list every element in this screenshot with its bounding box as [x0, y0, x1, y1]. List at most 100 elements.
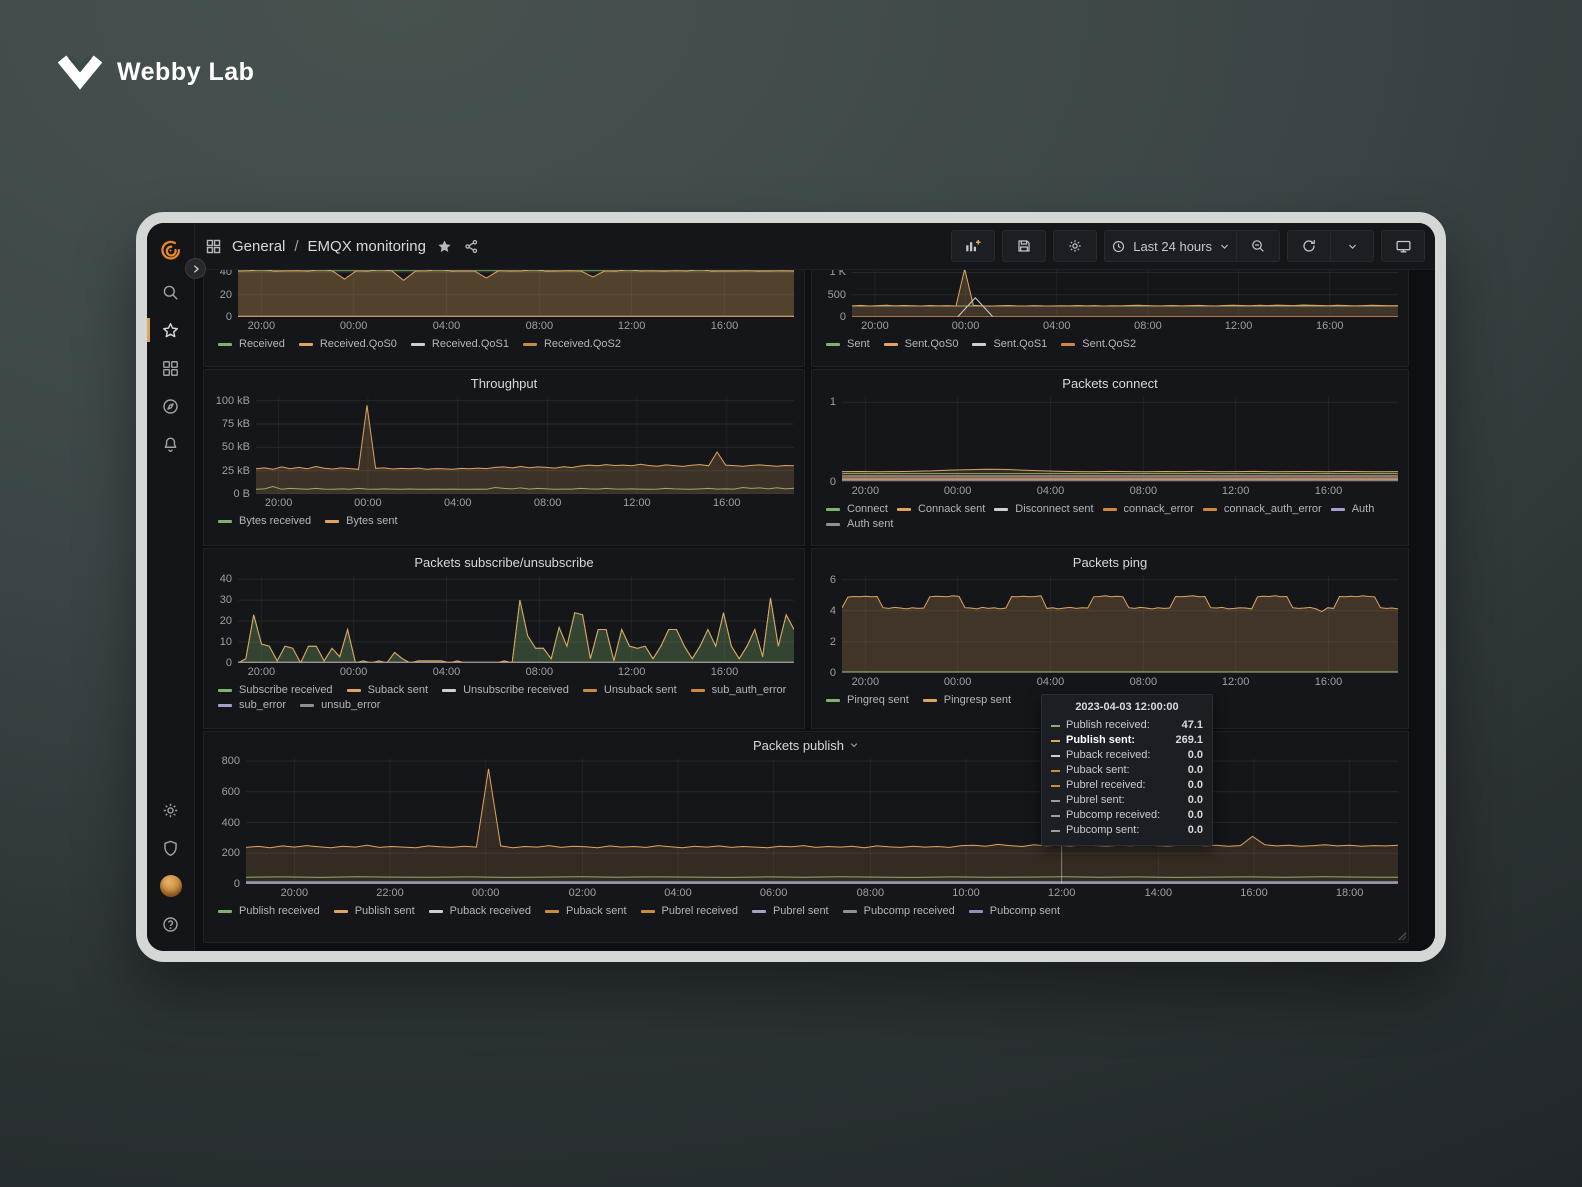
webbylab-brand: Webby Lab: [57, 52, 254, 92]
help-icon[interactable]: [147, 905, 194, 943]
legend-swatch: [347, 689, 361, 692]
legend-item[interactable]: Pubrel received: [641, 905, 738, 917]
y-tick-label: 10: [220, 636, 232, 648]
tooltip-series-swatch: [1051, 785, 1060, 787]
x-tick-label: 00:00: [340, 320, 368, 332]
legend-item[interactable]: Sent.QoS2: [1061, 338, 1136, 350]
panel-resize-handle[interactable]: [1397, 931, 1406, 940]
y-axis-labels: 02040: [208, 270, 238, 317]
share-icon[interactable]: [463, 238, 480, 255]
legend-item[interactable]: Bytes sent: [325, 515, 397, 527]
legend-item[interactable]: Bytes received: [218, 515, 311, 527]
legend-item[interactable]: Received.QoS2: [523, 338, 621, 350]
dashboards-icon[interactable]: [147, 349, 194, 387]
tooltip-series-value: 0.0: [1188, 823, 1203, 838]
legend-item[interactable]: Pingresp sent: [923, 694, 1011, 706]
legend-item[interactable]: connack_error: [1103, 503, 1194, 515]
tooltip-series-swatch: [1051, 815, 1060, 817]
x-tick-label: 20:00: [852, 485, 880, 497]
chart-canvas[interactable]: [246, 758, 1398, 884]
legend-item[interactable]: Sent.QoS0: [884, 338, 959, 350]
starred-dashboards-icon[interactable]: [147, 311, 194, 349]
legend-swatch: [752, 910, 766, 913]
legend-item[interactable]: sub_auth_error: [691, 684, 787, 696]
cycle-view-button[interactable]: [1381, 230, 1425, 262]
legend-item[interactable]: Publish sent: [334, 905, 415, 917]
sidebar-expand-button[interactable]: [185, 258, 206, 279]
x-tick-label: 08:00: [534, 497, 562, 509]
legend-item[interactable]: Suback sent: [347, 684, 429, 696]
legend-item[interactable]: Sent: [826, 338, 870, 350]
zoom-out-button[interactable]: [1236, 231, 1279, 261]
chart-canvas[interactable]: [238, 270, 794, 317]
search-icon[interactable]: [147, 273, 194, 311]
tooltip-series-label: Pubcomp received:: [1066, 808, 1182, 823]
configuration-gear-icon[interactable]: [147, 791, 194, 829]
legend-item[interactable]: Unsubscribe received: [442, 684, 569, 696]
legend-item[interactable]: connack_auth_error: [1203, 503, 1322, 515]
y-axis-labels: 05001 K: [816, 270, 852, 317]
legend-item[interactable]: Received: [218, 338, 285, 350]
legend-item[interactable]: Pubcomp received: [843, 905, 955, 917]
chart-canvas[interactable]: [852, 270, 1398, 317]
chart-canvas[interactable]: [238, 575, 794, 663]
dashboard-panels-area: 02040 20:0000:0004:0008:0012:0016:00 Rec…: [195, 270, 1435, 951]
legend-swatch: [641, 910, 655, 913]
x-tick-label: 04:00: [433, 666, 461, 678]
legend-item[interactable]: Disconnect sent: [994, 503, 1093, 515]
breadcrumb-folder[interactable]: General: [232, 238, 285, 255]
panel-title[interactable]: Throughput: [204, 370, 804, 396]
legend-item[interactable]: Received.QoS1: [411, 338, 509, 350]
panel-title[interactable]: Packets ping: [812, 549, 1408, 575]
panel-messages-received: 02040 20:0000:0004:0008:0012:0016:00 Rec…: [203, 270, 805, 367]
x-tick-label: 00:00: [354, 497, 382, 509]
dashboard-settings-button[interactable]: [1053, 230, 1097, 262]
legend-item[interactable]: unsub_error: [300, 699, 380, 711]
legend-item[interactable]: Puback received: [429, 905, 531, 917]
legend-item[interactable]: Subscribe received: [218, 684, 333, 696]
refresh-button[interactable]: [1288, 231, 1330, 261]
tooltip-row: Publish received:47.1: [1051, 718, 1203, 733]
refresh-interval-caret[interactable]: [1330, 231, 1373, 261]
x-tick-label: 04:00: [433, 320, 461, 332]
legend-item[interactable]: Auth sent: [826, 518, 893, 530]
legend-item[interactable]: Connect: [826, 503, 888, 515]
x-axis-labels: 20:0000:0004:0008:0012:0016:00: [842, 482, 1398, 500]
legend-item[interactable]: Sent.QoS1: [972, 338, 1047, 350]
legend-item[interactable]: Auth: [1331, 503, 1375, 515]
panel-title[interactable]: Packets connect: [812, 370, 1408, 396]
star-filled-icon[interactable]: [436, 238, 453, 255]
x-axis-labels: 20:0022:0000:0002:0004:0006:0008:0010:00…: [246, 884, 1398, 902]
legend-item[interactable]: Puback sent: [545, 905, 627, 917]
breadcrumb-dashboard-title[interactable]: EMQX monitoring: [308, 238, 426, 255]
legend-item[interactable]: Pubrel sent: [752, 905, 829, 917]
server-admin-shield-icon[interactable]: [147, 829, 194, 867]
alerting-bell-icon[interactable]: [147, 425, 194, 463]
legend-swatch: [1061, 343, 1075, 346]
legend-item[interactable]: sub_error: [218, 699, 286, 711]
legend-item[interactable]: Publish received: [218, 905, 320, 917]
chart-canvas[interactable]: [842, 575, 1398, 673]
tooltip-series-value: 0.0: [1188, 763, 1203, 778]
chart-canvas[interactable]: [842, 396, 1398, 482]
legend-item[interactable]: Pubcomp sent: [969, 905, 1060, 917]
user-avatar[interactable]: [147, 867, 194, 905]
explore-compass-icon[interactable]: [147, 387, 194, 425]
legend-item[interactable]: Unsuback sent: [583, 684, 677, 696]
legend-item[interactable]: Received.QoS0: [299, 338, 397, 350]
x-tick-label: 08:00: [526, 666, 554, 678]
add-panel-button[interactable]: [951, 230, 995, 262]
legend-item[interactable]: Pingreq sent: [826, 694, 909, 706]
save-dashboard-button[interactable]: [1002, 230, 1046, 262]
chart-canvas[interactable]: [256, 396, 794, 494]
tooltip-series-label: Publish received:: [1066, 718, 1176, 733]
apps-grid-icon[interactable]: [205, 238, 222, 255]
tooltip-series-label: Pubrel sent:: [1066, 793, 1182, 808]
legend-item[interactable]: Connack sent: [897, 503, 985, 515]
time-range-button[interactable]: Last 24 hours: [1105, 231, 1236, 261]
x-tick-label: 16:00: [1316, 320, 1344, 332]
panel-title[interactable]: Packets publish: [204, 732, 1408, 758]
x-tick-label: 08:00: [1130, 485, 1158, 497]
tooltip-series-label: Pubcomp sent:: [1066, 823, 1182, 838]
panel-title[interactable]: Packets subscribe/unsubscribe: [204, 549, 804, 575]
